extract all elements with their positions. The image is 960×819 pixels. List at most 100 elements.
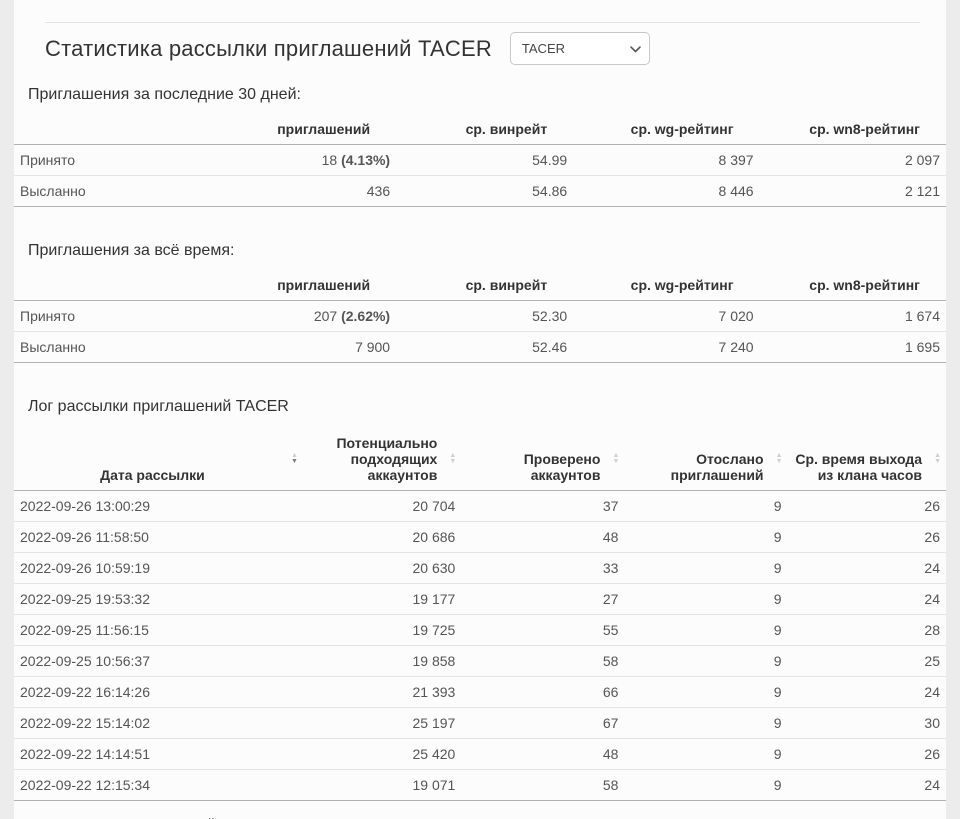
log-avg-leave: 26 — [788, 739, 946, 770]
table-row: 2022-09-25 11:56:15 19 725 55 9 28 — [14, 615, 946, 646]
table-row: 2022-09-22 16:14:26 21 393 66 9 24 — [14, 677, 946, 708]
table-row: 2022-09-26 13:00:29 20 704 37 9 26 — [14, 491, 946, 522]
col-sort-checked[interactable]: Проверено аккаунтов ▲▼ — [461, 428, 624, 491]
winrate-cell: 52.46 — [396, 332, 573, 363]
log-sent: 9 — [624, 491, 787, 522]
invitations-pct: (2.62%) — [341, 308, 390, 324]
table-row: 2022-09-26 11:58:50 20 686 48 9 26 — [14, 522, 946, 553]
log-sent: 9 — [624, 646, 787, 677]
log-sent: 9 — [624, 770, 787, 801]
col-label: Проверено аккаунтов — [524, 451, 601, 483]
log-date: 2022-09-26 11:58:50 — [14, 522, 303, 553]
table-row: 2022-09-22 15:14:02 25 197 67 9 30 — [14, 708, 946, 739]
log-date: 2022-09-22 14:14:51 — [14, 739, 303, 770]
invitations-value: 18 — [322, 152, 338, 168]
wn8-rating-cell: 1 695 — [760, 332, 946, 363]
log-avg-leave: 24 — [788, 553, 946, 584]
row-label: Высланно — [14, 176, 247, 207]
page: Статистика рассылки приглашений TACER TA… — [0, 0, 960, 819]
summary-table-last30: приглашений ср. винрейт ср. wg-рейтинг с… — [14, 114, 946, 207]
pagination-prev-button[interactable]: < — [822, 814, 859, 819]
log-checked: 58 — [461, 646, 624, 677]
invitations-cell: 7 900 — [247, 332, 396, 363]
table-row: 2022-09-25 10:56:37 19 858 58 9 25 — [14, 646, 946, 677]
log-date: 2022-09-25 11:56:15 — [14, 615, 303, 646]
log-checked: 48 — [461, 522, 624, 553]
page-header: Статистика рассылки приглашений TACER TA… — [14, 23, 946, 65]
page-title: Статистика рассылки приглашений TACER — [45, 36, 492, 62]
table-header-row: приглашений ср. винрейт ср. wg-рейтинг с… — [14, 270, 946, 301]
log-avg-leave: 24 — [788, 677, 946, 708]
col-invitations: приглашений — [247, 270, 396, 301]
table-row: 2022-09-22 14:14:51 25 420 48 9 26 — [14, 739, 946, 770]
log-date: 2022-09-25 10:56:37 — [14, 646, 303, 677]
table-row: 2022-09-26 10:59:19 20 630 33 9 24 — [14, 553, 946, 584]
sort-icon: ▲▼ — [613, 453, 620, 465]
winrate-cell: 54.86 — [396, 176, 573, 207]
clan-select[interactable]: TACER — [510, 32, 650, 65]
col-sort-date[interactable]: Дата рассылки ▲▼ — [14, 428, 303, 491]
log-sent: 9 — [624, 739, 787, 770]
wn8-rating-cell: 2 097 — [760, 145, 946, 176]
log-avg-leave: 24 — [788, 770, 946, 801]
section-heading-alltime: Приглашения за всё время: — [28, 242, 946, 260]
clan-select-wrap: TACER — [510, 32, 650, 65]
sort-icon: ▲▼ — [291, 453, 298, 465]
col-label: Дата рассылки — [100, 467, 205, 483]
col-sort-sent[interactable]: Отослано приглашений ▲▼ — [624, 428, 787, 491]
log-sent: 9 — [624, 708, 787, 739]
table-row: Высланно 7 900 52.46 7 240 1 695 — [14, 332, 946, 363]
wg-rating-cell: 7 020 — [573, 301, 759, 332]
sort-icon: ▲▼ — [776, 453, 783, 465]
log-checked: 48 — [461, 739, 624, 770]
invitations-value: 207 — [314, 308, 337, 324]
table-footer: Записи с 1 до 10 из 584 записей << < > >… — [14, 801, 946, 819]
empty-header-cell — [14, 270, 247, 301]
log-sent: 9 — [624, 553, 787, 584]
col-label: Ср. время выхода из клана часов — [795, 451, 922, 483]
log-checked: 58 — [461, 770, 624, 801]
pagination-next-button[interactable]: > — [858, 814, 895, 819]
invitations-cell: 18 (4.13%) — [247, 145, 396, 176]
invitations-pct: (4.13%) — [341, 152, 390, 168]
log-sent: 9 — [624, 615, 787, 646]
col-wg-rating: ср. wg-рейтинг — [573, 114, 759, 145]
invitations-value: 7 900 — [355, 339, 390, 355]
log-avg-leave: 26 — [788, 491, 946, 522]
winrate-cell: 54.99 — [396, 145, 573, 176]
log-sent: 9 — [624, 584, 787, 615]
col-sort-avg-leave[interactable]: Ср. время выхода из клана часов ▲▼ — [788, 428, 946, 491]
log-date: 2022-09-22 12:15:34 — [14, 770, 303, 801]
log-potential: 25 197 — [303, 708, 461, 739]
log-potential: 19 177 — [303, 584, 461, 615]
log-avg-leave: 28 — [788, 615, 946, 646]
log-checked: 33 — [461, 553, 624, 584]
log-avg-leave: 26 — [788, 522, 946, 553]
log-date: 2022-09-22 15:14:02 — [14, 708, 303, 739]
log-potential: 20 630 — [303, 553, 461, 584]
col-sort-potential[interactable]: Потенциально подходящих аккаунтов ▲▼ — [303, 428, 461, 491]
log-table: Дата рассылки ▲▼ Потенциально подходящих… — [14, 428, 946, 801]
invitations-value: 436 — [367, 183, 390, 199]
log-checked: 37 — [461, 491, 624, 522]
col-invitations: приглашений — [247, 114, 396, 145]
wn8-rating-cell: 1 674 — [760, 301, 946, 332]
log-date: 2022-09-26 13:00:29 — [14, 491, 303, 522]
log-checked: 27 — [461, 584, 624, 615]
section-heading-last30: Приглашения за последние 30 дней: — [28, 86, 946, 104]
pagination-last-button[interactable]: >> — [895, 814, 940, 819]
table-row: Принято 207 (2.62%) 52.30 7 020 1 674 — [14, 301, 946, 332]
pagination: << < > >> — [776, 814, 940, 819]
pagination-first-button[interactable]: << — [776, 814, 821, 819]
col-label: Отослано приглашений — [671, 451, 764, 483]
col-winrate: ср. винрейт — [396, 114, 573, 145]
log-sent: 9 — [624, 522, 787, 553]
log-date: 2022-09-26 10:59:19 — [14, 553, 303, 584]
invitations-cell: 207 (2.62%) — [247, 301, 396, 332]
table-row: Высланно 436 54.86 8 446 2 121 — [14, 176, 946, 207]
empty-header-cell — [14, 114, 247, 145]
wg-rating-cell: 8 397 — [573, 145, 759, 176]
table-header-row: приглашений ср. винрейт ср. wg-рейтинг с… — [14, 114, 946, 145]
row-label: Принято — [14, 145, 247, 176]
col-label: Потенциально подходящих аккаунтов — [336, 435, 437, 483]
